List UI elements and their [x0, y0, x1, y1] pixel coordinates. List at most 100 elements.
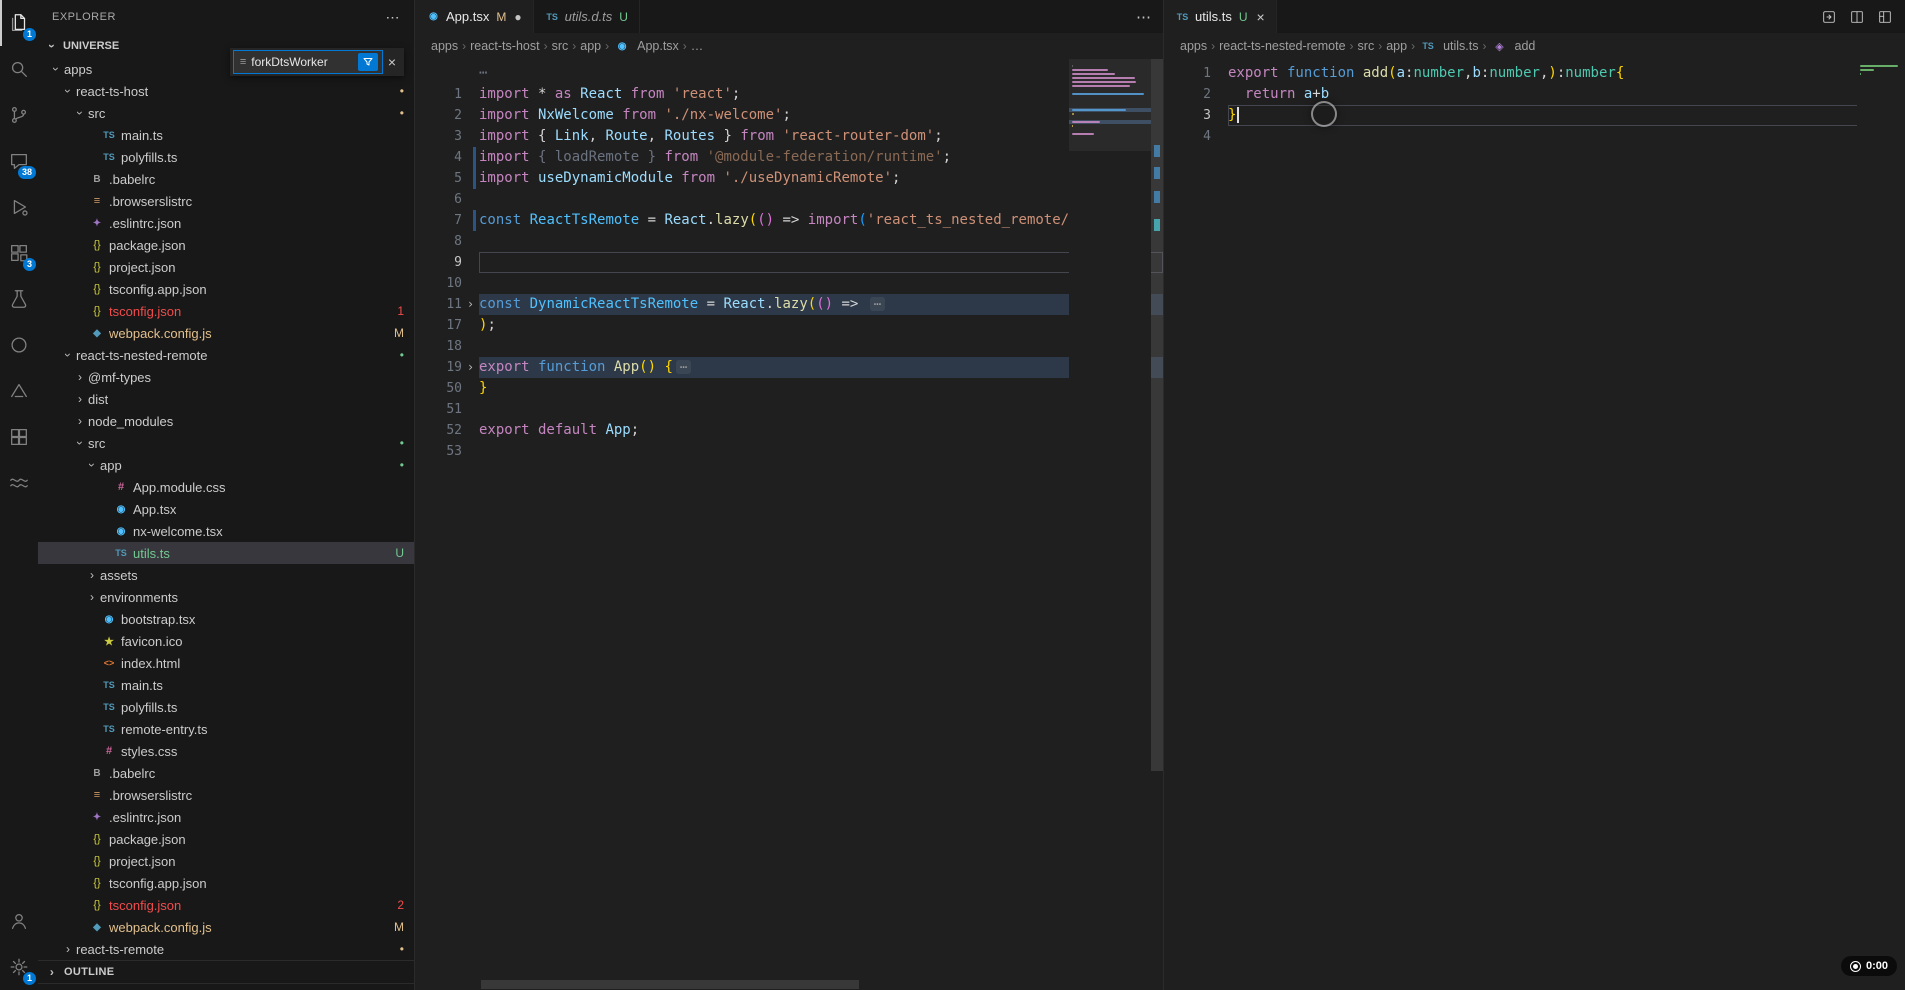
tree-item-polyfills.ts[interactable]: TSpolyfills.ts	[38, 696, 414, 718]
line-number[interactable]: 18	[415, 336, 462, 357]
breadcrumb-item[interactable]: react-ts-host	[470, 39, 539, 53]
tree-item-.eslintrc.json[interactable]: ✦.eslintrc.json	[38, 806, 414, 828]
split-editor-icon[interactable]	[1849, 9, 1865, 25]
tab-utils.d.ts[interactable]: TSutils.d.tsU	[534, 0, 640, 33]
chevron-icon[interactable]: ›	[74, 105, 86, 121]
recording-timer[interactable]: 0:00	[1841, 956, 1897, 976]
customize-layout-icon[interactable]	[1877, 9, 1893, 25]
tree-item-assets[interactable]: ›assets	[38, 564, 414, 586]
outline-section[interactable]: › OUTLINE	[38, 960, 414, 983]
code-line[interactable]: 8	[415, 231, 1163, 252]
tree-item-favicon.ico[interactable]: ★favicon.ico	[38, 630, 414, 652]
minimap[interactable]	[1069, 59, 1151, 990]
tree-item-webpack.config.js[interactable]: ◆webpack.config.jsM	[38, 916, 414, 938]
fold-chevron-icon[interactable]: ›	[462, 357, 479, 378]
tree-item-@mf-types[interactable]: ›@mf-types	[38, 366, 414, 388]
tree-item-main.ts[interactable]: TSmain.ts	[38, 124, 414, 146]
tree-item-react-ts-host[interactable]: ›react-ts-host•	[38, 80, 414, 102]
chevron-icon[interactable]: ›	[62, 347, 74, 363]
breadcrumb-item[interactable]: …	[691, 39, 704, 53]
activity-grid-view[interactable]	[0, 414, 38, 460]
chevron-icon[interactable]: ›	[74, 435, 86, 451]
line-number[interactable]: 4	[415, 147, 462, 168]
tree-item-index.html[interactable]: <>index.html	[38, 652, 414, 674]
code-line[interactable]: 50}	[415, 378, 1163, 399]
breadcrumb-item[interactable]: apps	[431, 39, 458, 53]
fold-chevron-icon[interactable]: ›	[462, 294, 479, 315]
chevron-icon[interactable]: ›	[72, 393, 88, 405]
close-find-icon[interactable]: ×	[383, 54, 401, 70]
code-line[interactable]: 11›const DynamicReactTsRemote = React.la…	[415, 294, 1163, 315]
tree-item-.eslintrc.json[interactable]: ✦.eslintrc.json	[38, 212, 414, 234]
tree-item-tsconfig.app.json[interactable]: {}tsconfig.app.json	[38, 278, 414, 300]
breadcrumb-item[interactable]: src	[1358, 39, 1375, 53]
code-editor[interactable]: 1export function add(a:number,b:number,)…	[1164, 59, 1905, 990]
code-line[interactable]: 2import NxWelcome from './nx-welcome';	[415, 105, 1163, 126]
tree-item-App.module.css[interactable]: #App.module.css	[38, 476, 414, 498]
tree-item-dist[interactable]: ›dist	[38, 388, 414, 410]
tree-item-webpack.config.js[interactable]: ◆webpack.config.jsM	[38, 322, 414, 344]
line-number[interactable]: 1	[415, 84, 462, 105]
line-number[interactable]: 17	[415, 315, 462, 336]
line-number[interactable]: 4	[1164, 126, 1211, 147]
filter-toggle-button[interactable]	[358, 53, 378, 71]
chevron-icon[interactable]: ›	[72, 371, 88, 383]
code-line[interactable]: 6	[415, 189, 1163, 210]
tab-App.tsx[interactable]: ◉App.tsxM●	[415, 0, 534, 33]
breadcrumb-item[interactable]: src	[552, 39, 569, 53]
code-line[interactable]: 5import useDynamicModule from './useDyna…	[415, 168, 1163, 189]
tree-item-project.json[interactable]: {}project.json	[38, 256, 414, 278]
chevron-icon[interactable]: ›	[62, 83, 74, 99]
tree-item-remote-entry.ts[interactable]: TSremote-entry.ts	[38, 718, 414, 740]
tree-item-.browserslistrc[interactable]: ≡.browserslistrc	[38, 784, 414, 806]
breadcrumb-item[interactable]: react-ts-nested-remote	[1219, 39, 1345, 53]
timeline-section[interactable]: › TIMELINE	[38, 983, 414, 990]
code-line[interactable]: ⋯	[415, 63, 1163, 84]
chevron-icon[interactable]: ›	[72, 415, 88, 427]
close-icon[interactable]: ×	[1257, 9, 1265, 25]
dirty-dot-icon[interactable]: ●	[514, 10, 521, 24]
line-number[interactable]: 2	[415, 105, 462, 126]
line-number[interactable]: 3	[415, 126, 462, 147]
tree-item-src[interactable]: ›src•	[38, 432, 414, 454]
activity-run-and-debug[interactable]	[0, 184, 38, 230]
tree-item-package.json[interactable]: {}package.json	[38, 234, 414, 256]
tree-item-app[interactable]: ›app•	[38, 454, 414, 476]
code-line[interactable]: 10	[415, 273, 1163, 294]
tree-item-node_modules[interactable]: ›node_modules	[38, 410, 414, 432]
line-number[interactable]: 9	[415, 252, 462, 273]
tree-item-react-ts-nested-remote[interactable]: ›react-ts-nested-remote•	[38, 344, 414, 366]
breadcrumb-item[interactable]: app	[1386, 39, 1407, 53]
sidebar-more-actions-icon[interactable]: ⋯	[386, 9, 401, 26]
line-number[interactable]: 1	[1164, 63, 1211, 84]
line-number[interactable]: 51	[415, 399, 462, 420]
tree-item-environments[interactable]: ›environments	[38, 586, 414, 608]
activity-explorer[interactable]: 1	[0, 0, 38, 46]
breadcrumb-item[interactable]: TSutils.ts	[1419, 39, 1478, 53]
horizontal-scrollbar[interactable]	[479, 979, 1069, 990]
breadcrumb-item[interactable]: ◈add	[1491, 39, 1536, 53]
code-line[interactable]: 53	[415, 441, 1163, 462]
code-line[interactable]: 51	[415, 399, 1163, 420]
tree-item-tsconfig.json[interactable]: {}tsconfig.json2	[38, 894, 414, 916]
tree-find-input[interactable]: ≡ forkDtsWorker	[233, 50, 383, 74]
tree-item-utils.ts[interactable]: TSutils.tsU	[38, 542, 414, 564]
chevron-icon[interactable]: ›	[50, 61, 62, 77]
activity-chat[interactable]: 38	[0, 138, 38, 184]
activity-source-control[interactable]	[0, 92, 38, 138]
line-number[interactable]: 3	[1164, 105, 1211, 126]
line-number[interactable]: 5	[415, 168, 462, 189]
code-line[interactable]: 9	[415, 252, 1163, 273]
tree-item-tsconfig.json[interactable]: {}tsconfig.json1	[38, 300, 414, 322]
code-line[interactable]: 1export function add(a:number,b:number,)…	[1164, 63, 1905, 84]
chevron-icon[interactable]: ›	[86, 457, 98, 473]
code-line[interactable]: 1import * as React from 'react';	[415, 84, 1163, 105]
tab-utils.ts[interactable]: TSutils.tsU×	[1164, 0, 1277, 33]
breadcrumb-item[interactable]: app	[580, 39, 601, 53]
line-number[interactable]: 6	[415, 189, 462, 210]
chevron-icon[interactable]: ›	[84, 569, 100, 581]
open-changes-icon[interactable]	[1821, 9, 1837, 25]
code-editor[interactable]: ⋯1import * as React from 'react';2import…	[415, 59, 1163, 990]
line-number[interactable]: 50	[415, 378, 462, 399]
tree-item-tsconfig.app.json[interactable]: {}tsconfig.app.json	[38, 872, 414, 894]
